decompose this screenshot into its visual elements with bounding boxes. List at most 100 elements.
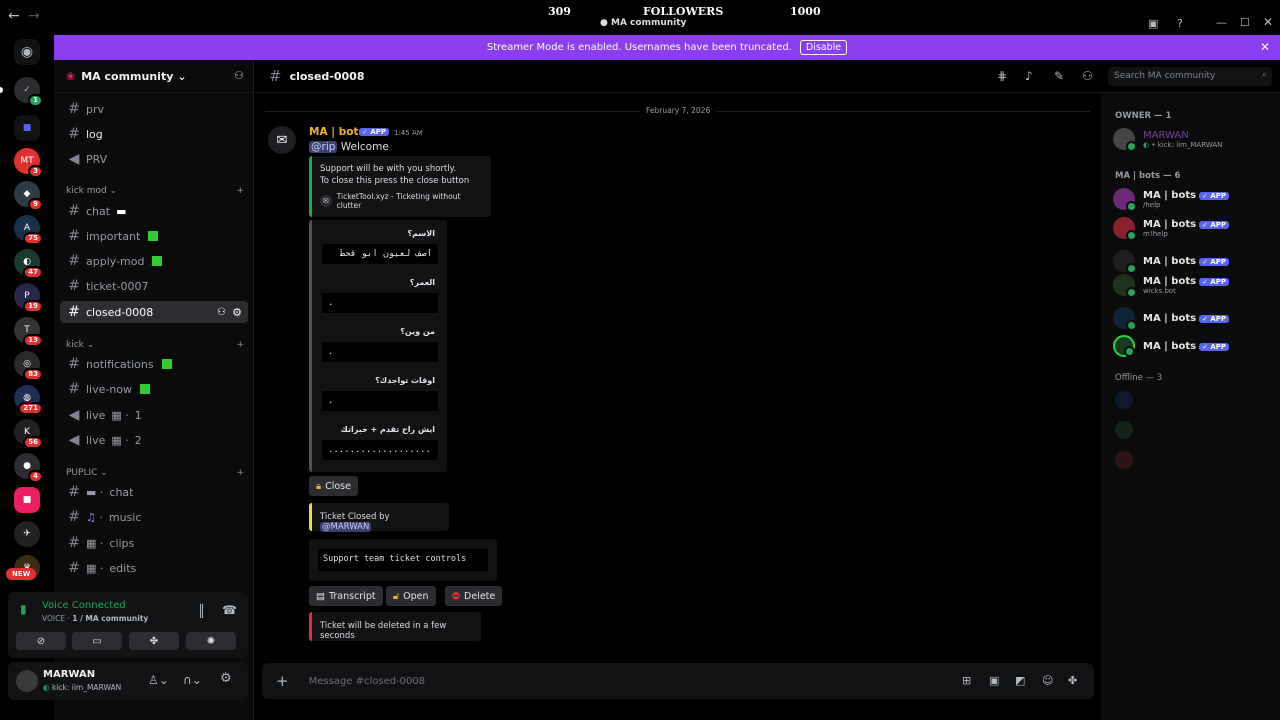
minimize-icon[interactable]: — xyxy=(1216,16,1227,29)
channel-label: live xyxy=(86,433,106,447)
soundboard-button[interactable]: ✺ xyxy=(186,632,236,650)
add-attachment-icon[interactable]: + xyxy=(276,672,289,690)
activity-button[interactable]: ✤ xyxy=(129,632,179,650)
apps-icon[interactable]: ✤ xyxy=(1068,674,1077,687)
channel-closed-0008[interactable]: # closed-0008 ⚇ ⚙ xyxy=(60,301,248,323)
server-icon[interactable]: K 56 xyxy=(14,419,43,449)
close-button[interactable]: 🔒︎ Close xyxy=(309,476,358,496)
avatar[interactable] xyxy=(16,670,38,692)
bell-icon[interactable]: ♪ xyxy=(1025,69,1033,83)
close-window-icon[interactable]: ✕ xyxy=(1263,15,1273,29)
member-bot[interactable]: MA | bots ✓ APP xyxy=(1113,250,1273,274)
sticker-icon[interactable]: ◩ xyxy=(1015,674,1025,687)
transcript-button[interactable]: ▤ Transcript xyxy=(309,586,383,606)
server-icon[interactable]: ✈ xyxy=(14,521,40,547)
invite-icon[interactable]: ⚇ xyxy=(217,307,226,318)
member-bot[interactable]: MA | bots ✓ APP wicks.bot xyxy=(1113,274,1273,298)
inbox-icon[interactable]: ▣ xyxy=(1148,17,1158,30)
channel-prv[interactable]: # prv xyxy=(60,98,248,120)
back-arrow-icon[interactable]: ← xyxy=(8,8,20,24)
offline-avatar[interactable] xyxy=(1115,421,1133,439)
offline-avatar[interactable] xyxy=(1115,451,1133,469)
user-mention[interactable]: @rip xyxy=(309,141,338,153)
add-channel-icon[interactable]: + xyxy=(236,340,244,350)
discord-home-icon[interactable]: ◉ xyxy=(14,39,40,65)
channel-ticket-0007[interactable]: # ticket-0007 xyxy=(60,275,248,297)
maximize-icon[interactable]: ☐ xyxy=(1240,16,1250,29)
member-name-row: MA | bots ✓ APP xyxy=(1143,313,1230,324)
channel-chat[interactable]: # chat ▬ xyxy=(60,200,248,222)
headphones-icon[interactable]: ∩⌄ xyxy=(183,673,202,687)
noise-suppression-icon[interactable]: ║ xyxy=(198,604,205,618)
channel-log[interactable]: # log xyxy=(60,123,248,145)
channel-clips[interactable]: # ▦ · clips xyxy=(60,532,248,554)
member-bot[interactable]: MA | bots ✓ APP xyxy=(1113,335,1273,357)
gif-icon[interactable]: ▣ xyxy=(989,674,999,687)
close-banner-icon[interactable]: ✕ xyxy=(1260,40,1270,54)
channel-notifications[interactable]: # notifications xyxy=(60,353,248,375)
pin-icon[interactable]: ✎ xyxy=(1054,69,1064,83)
channel-live-1[interactable]: ◀ live ▦ · 1 xyxy=(60,404,248,426)
search-input[interactable]: Search MA community ⌕ xyxy=(1108,67,1272,86)
server-icon[interactable]: ◍ 271 xyxy=(14,385,43,415)
server-icon[interactable]: P 19 xyxy=(14,283,43,313)
folder-icon[interactable]: ■ xyxy=(14,487,40,513)
category-puplic[interactable]: PUPLIC ⌄ + xyxy=(66,468,244,478)
channel-live-2[interactable]: ◀ live ▦ · 2 xyxy=(60,429,248,451)
screen-share-button[interactable]: ▭ xyxy=(72,632,122,650)
gear-icon[interactable]: ⚙ xyxy=(232,306,242,319)
channel-label: closed-0008 xyxy=(86,305,154,319)
member-name-row: MA | bots ✓ APP xyxy=(1143,219,1230,230)
server-icon[interactable]: T 13 xyxy=(14,317,43,347)
server-icon[interactable]: A 75 xyxy=(14,215,43,245)
member-bot[interactable]: MA | bots ✓ APP xyxy=(1113,307,1273,331)
open-button[interactable]: 🔓︎ Open xyxy=(386,586,436,606)
server-icon[interactable]: ◎ 83 xyxy=(14,351,43,381)
forward-arrow-icon[interactable]: → xyxy=(28,8,40,24)
emoji-icon[interactable]: ☺ xyxy=(1042,674,1053,687)
disable-button[interactable]: Disable xyxy=(799,40,848,55)
category-kick-mod[interactable]: kick mod ⌄ + xyxy=(66,186,244,196)
help-icon[interactable]: ? xyxy=(1177,17,1183,30)
channel-music[interactable]: # ♫ · music xyxy=(60,506,248,528)
gift-icon[interactable]: ⊞ xyxy=(962,674,971,687)
member-list-icon[interactable]: ⚇ xyxy=(1082,69,1093,83)
message-author[interactable]: MA | bots xyxy=(309,126,365,138)
delete-button[interactable]: ⛔︎ Delete xyxy=(445,586,503,606)
channel-live-now[interactable]: # live-now xyxy=(60,378,248,400)
member-owner[interactable]: MARWAN ◐ • kick: iim_MARWAN xyxy=(1113,128,1273,152)
channel-important[interactable]: # important xyxy=(60,225,248,247)
offline-avatar[interactable] xyxy=(1115,391,1133,409)
bot-avatar[interactable]: ✉ xyxy=(268,126,296,154)
member-bot[interactable]: MA | bots ✓ APP m!help xyxy=(1113,217,1273,241)
settings-gear-icon[interactable]: ⚙ xyxy=(220,671,232,686)
channel-edits[interactable]: # ▦ · edits xyxy=(60,557,248,579)
server-header[interactable]: ❀ MA community ⌄ ⚇ xyxy=(54,60,254,93)
message-composer[interactable]: + Message #closed-0008 ⊞ ▣ ◩ ☺ ✤ xyxy=(262,663,1094,699)
add-member-icon[interactable]: ⚇ xyxy=(234,69,244,82)
mention-badge: 83 xyxy=(23,368,43,381)
channel-prv-voice[interactable]: ◀ PRV xyxy=(60,148,248,170)
add-channel-icon[interactable]: + xyxy=(236,468,244,478)
microphone-icon[interactable]: ♙⌄ xyxy=(148,673,169,687)
member-bot[interactable]: MA | bots ✓ APP/help xyxy=(1113,188,1273,212)
disconnect-icon[interactable]: ☎ xyxy=(222,603,237,617)
camera-button[interactable]: ⊘ xyxy=(16,632,66,650)
server-icon[interactable]: ◐ 47 xyxy=(14,249,43,279)
hash-icon: # xyxy=(68,304,80,320)
member-name: MA | bots xyxy=(1143,340,1197,352)
voice-connected-label[interactable]: Voice Connected xyxy=(42,600,126,611)
server-mt[interactable]: MT 3 xyxy=(14,148,43,178)
category-kick[interactable]: kick ⌄ + xyxy=(66,340,244,350)
folder-icon[interactable]: ■ xyxy=(14,115,40,141)
add-channel-icon[interactable]: + xyxy=(236,186,244,196)
server-icon[interactable]: ◆ 9 xyxy=(14,181,43,211)
threads-icon[interactable]: ⋕ xyxy=(997,69,1007,83)
user-mention[interactable]: @MARWAN xyxy=(320,522,372,532)
channel-chat-public[interactable]: # ▬ · chat xyxy=(60,481,248,503)
voice-channel: 1 / MA community xyxy=(72,614,149,623)
server-icon[interactable]: ● 4 xyxy=(14,453,43,483)
mention-badge: 56 xyxy=(23,436,43,449)
channel-apply-mod[interactable]: # apply-mod xyxy=(60,250,248,272)
server-icon[interactable]: ✓ 1 xyxy=(14,77,43,107)
